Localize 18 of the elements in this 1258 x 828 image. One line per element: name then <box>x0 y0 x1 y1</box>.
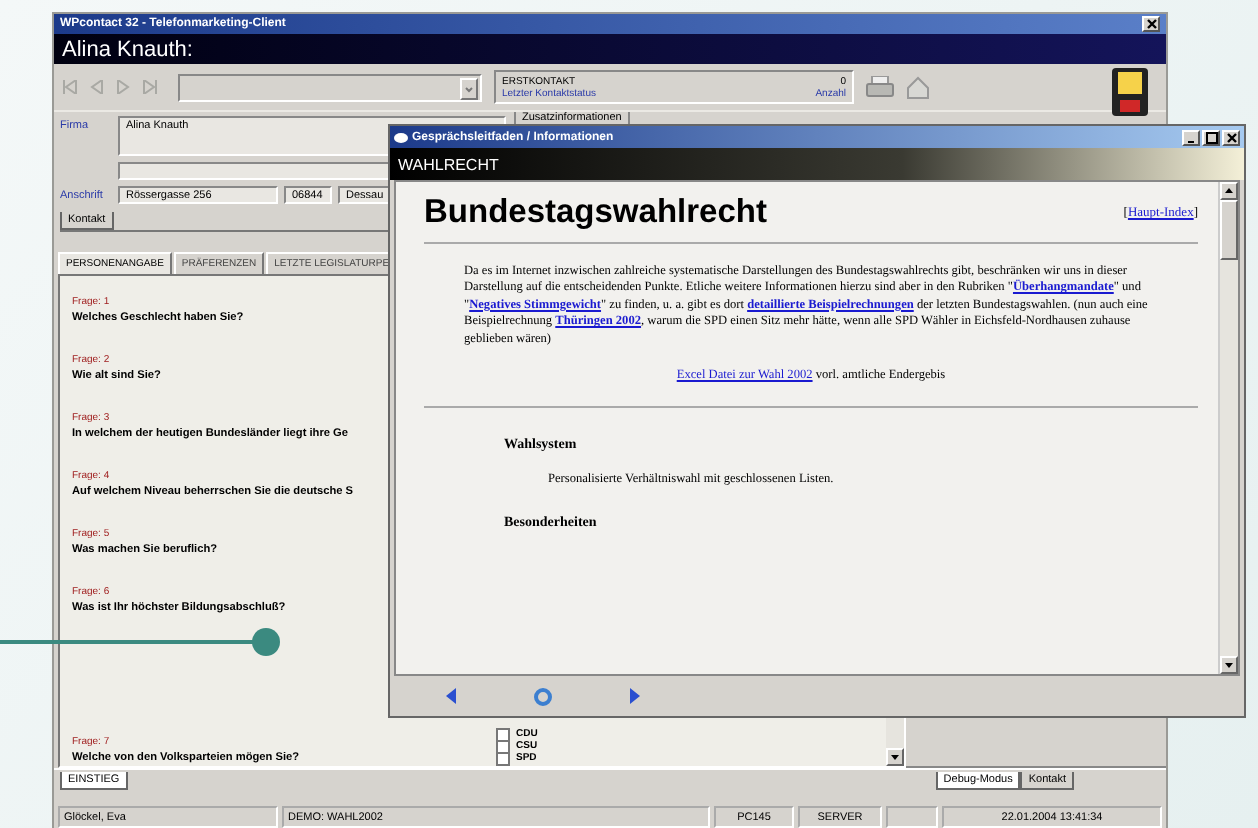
forward-icon[interactable] <box>628 688 640 704</box>
close-button[interactable] <box>1222 129 1240 145</box>
scroll-up-icon[interactable] <box>1220 182 1238 200</box>
scroll-down-icon[interactable] <box>1220 656 1238 674</box>
page-heading: Bundestagswahlrecht <box>424 194 767 232</box>
close-button[interactable] <box>1142 16 1160 32</box>
record-dropdown[interactable] <box>178 73 482 101</box>
scroll-thumb[interactable] <box>1220 200 1238 260</box>
refresh-icon[interactable] <box>534 687 552 705</box>
back-icon[interactable] <box>446 688 458 704</box>
scroll-down-icon[interactable] <box>886 748 904 766</box>
empty-status-cell <box>886 806 938 828</box>
printer-icon[interactable] <box>866 75 894 99</box>
scrollbar[interactable] <box>1218 182 1238 674</box>
section-header: WAHLRECHT <box>398 155 499 173</box>
app-icon <box>394 131 408 143</box>
party-checkbox[interactable] <box>496 727 510 741</box>
contact-name: Alina Knauth: <box>62 37 193 61</box>
